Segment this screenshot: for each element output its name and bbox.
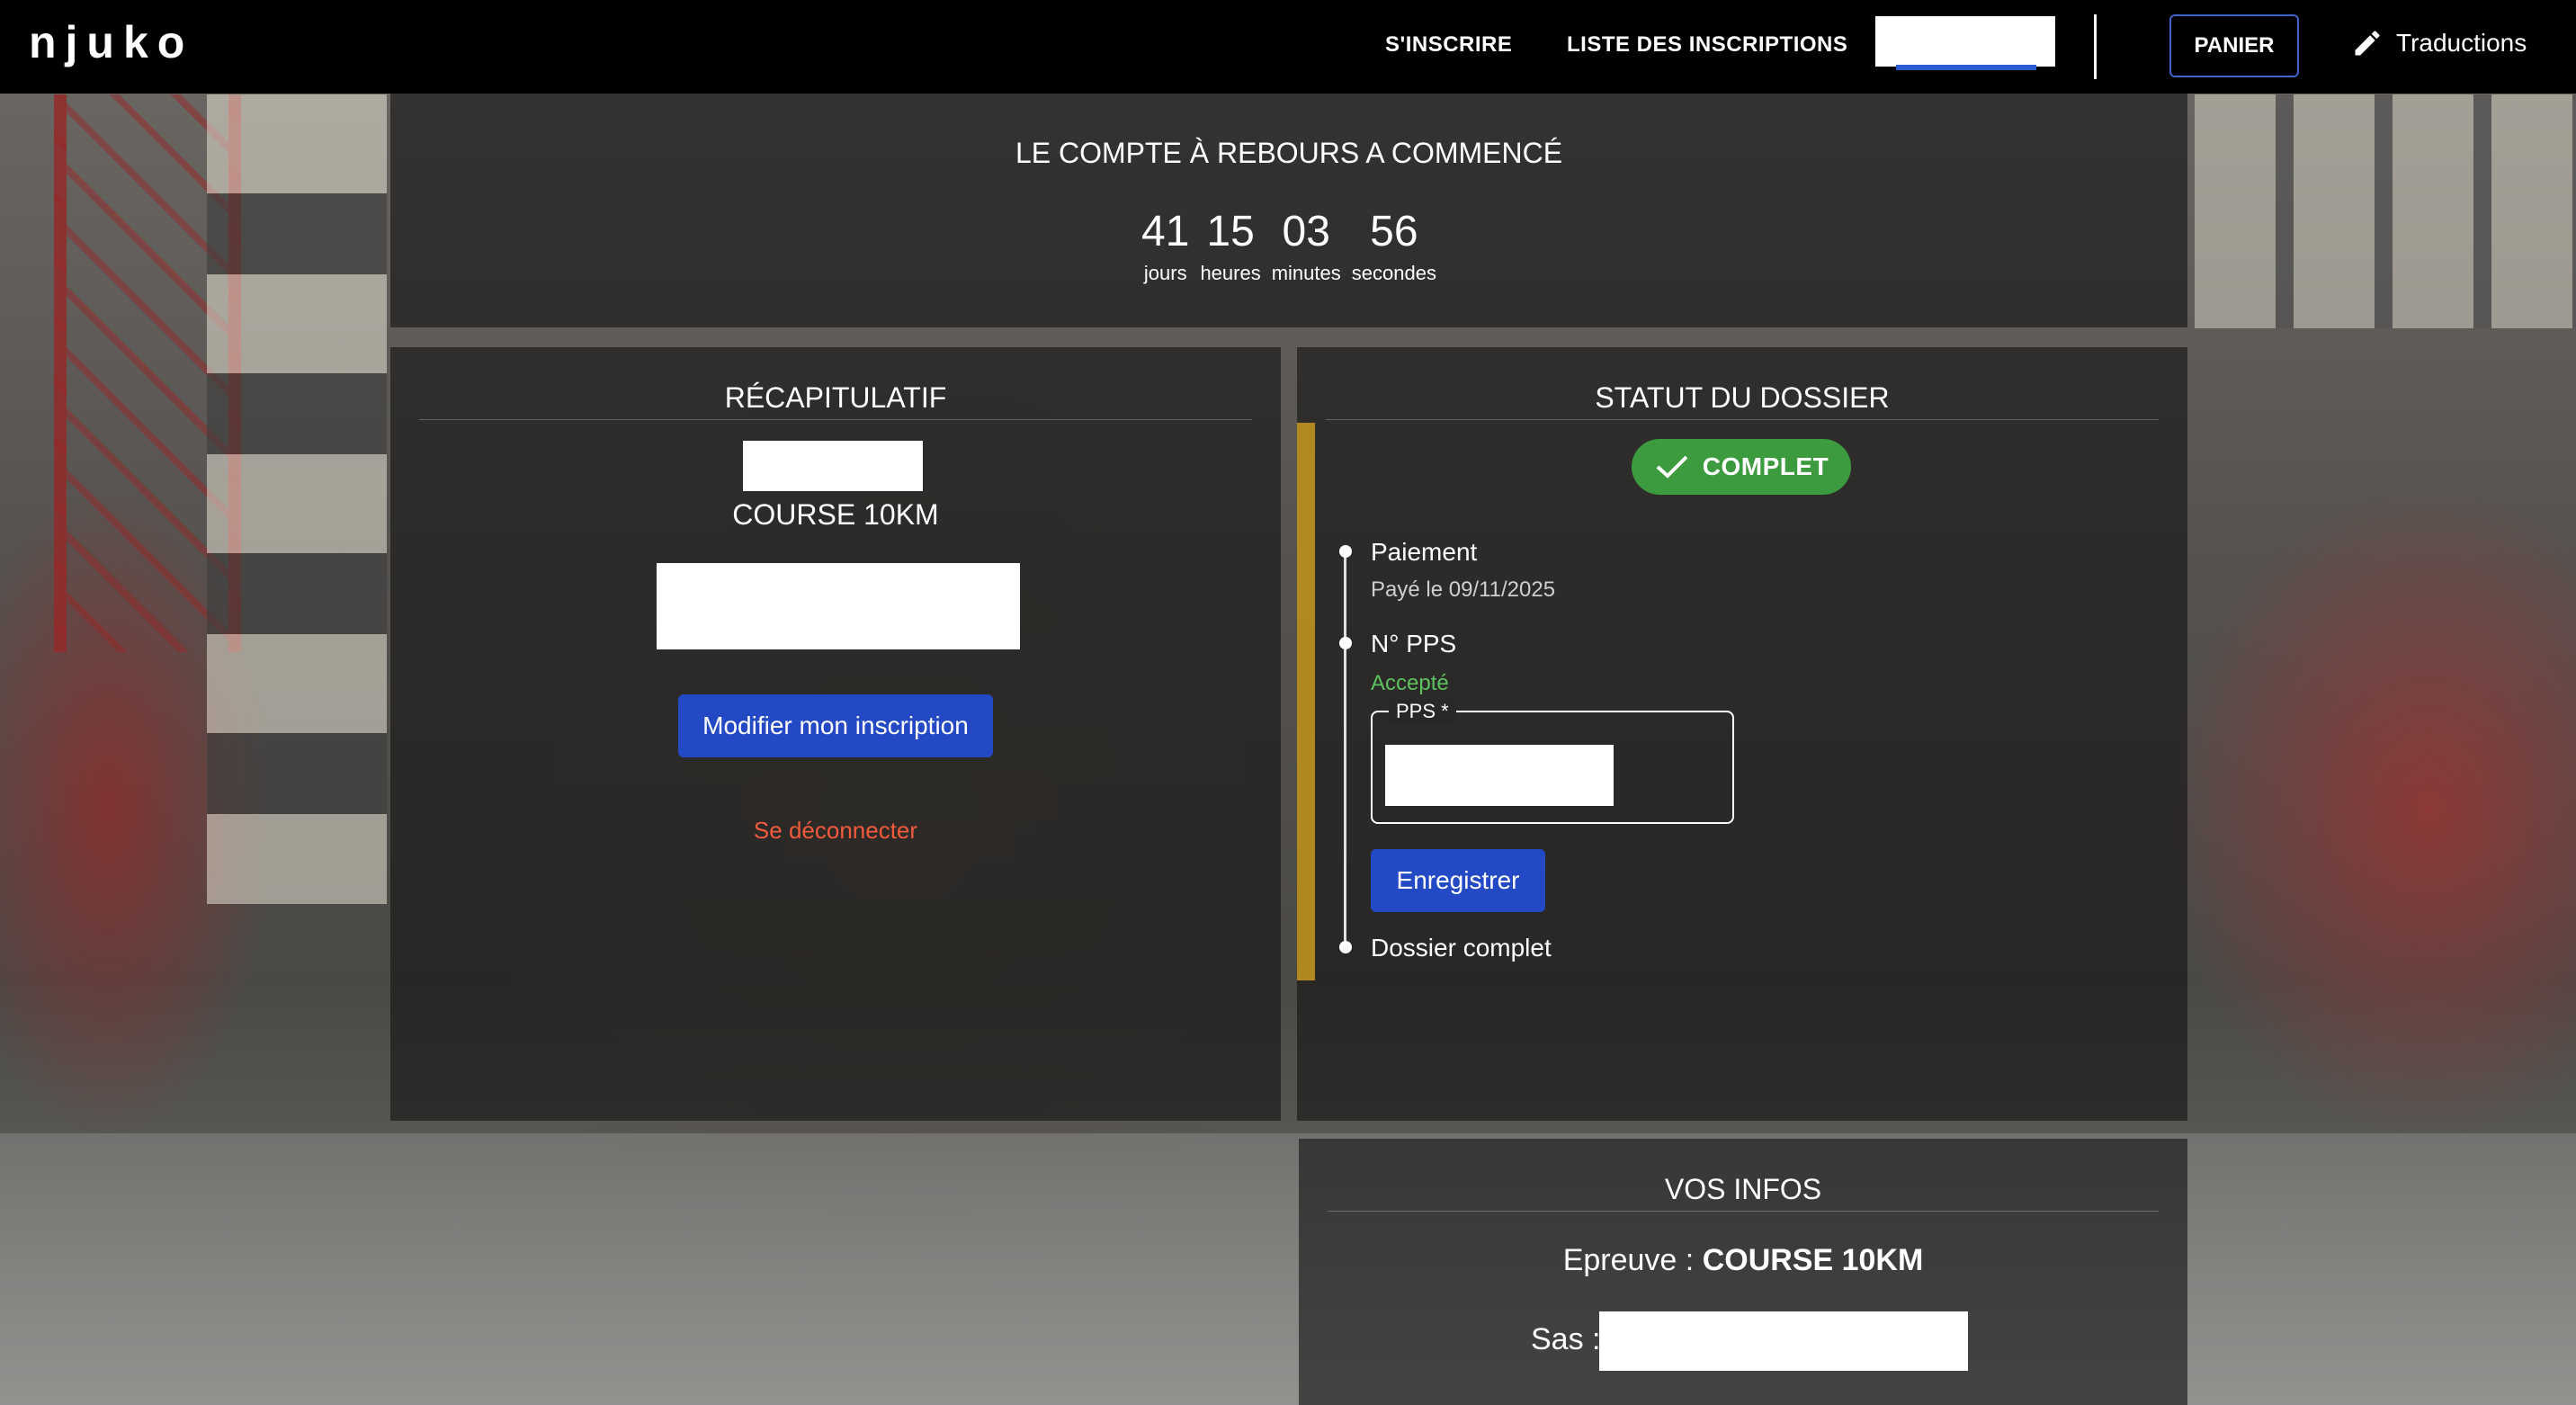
pps-input[interactable] [1385, 745, 1614, 806]
redacted-sas-value [1599, 1311, 1968, 1371]
countdown-panel: LE COMPTE À REBOURS A COMMENCÉ 41 jours … [390, 94, 2187, 327]
save-pps-button[interactable]: Enregistrer [1371, 849, 1545, 912]
timeline-dot-pps [1339, 637, 1352, 649]
status-title: STATUT DU DOSSIER [1595, 381, 1890, 414]
nav-registrations-list-link[interactable]: LISTE DES INSCRIPTIONS [1567, 32, 1847, 58]
infos-panel: VOS INFOS Epreuve : COURSE 10KM Sas : [1299, 1139, 2187, 1405]
status-divider [1326, 419, 2159, 420]
countdown-label: secondes [1351, 262, 1436, 284]
countdown-hours: 15 heures [1200, 207, 1260, 285]
recap-panel: RÉCAPITULATIF COURSE 10KM Modifier mon i… [390, 347, 1281, 1121]
info-epreuve: Epreuve : COURSE 10KM [1299, 1243, 2187, 1278]
countdown-value: 03 [1282, 208, 1330, 255]
status-badge-label: COMPLET [1702, 452, 1829, 480]
timeline-dot-complete [1339, 941, 1352, 953]
infos-title: VOS INFOS [1664, 1173, 1822, 1205]
step-pps-title: N° PPS [1371, 630, 1457, 658]
nav-divider [2094, 14, 2097, 79]
cart-button[interactable]: PANIER [2169, 14, 2299, 77]
status-timeline [1344, 550, 1346, 946]
countdown-value: 41 [1141, 208, 1190, 255]
countdown-seconds: 56 secondes [1352, 207, 1436, 285]
status-side-bar [1297, 423, 1315, 980]
recap-divider [419, 419, 1252, 420]
background-photo-building [207, 94, 387, 904]
countdown-units: 41 jours 15 heures 03 minutes 56 seconde… [390, 207, 2187, 285]
pps-label: PPS * [1389, 700, 1456, 723]
background-photo-right [2195, 94, 2576, 328]
redacted-nav-item[interactable] [1875, 16, 2055, 67]
countdown-label: jours [1143, 262, 1187, 284]
njuko-logo[interactable]: njuko [29, 16, 193, 68]
step-payment-title: Paiement [1371, 538, 1478, 566]
status-complete-badge: COMPLET [1632, 439, 1851, 495]
sas-label: Sas : [1531, 1322, 1601, 1356]
countdown-minutes: 03 minutes [1272, 207, 1341, 285]
pencil-icon [2355, 31, 2380, 56]
timeline-dot-payment [1339, 545, 1352, 558]
recap-course-name: COURSE 10KM [732, 498, 939, 531]
step-pps-accepted: Accepté [1371, 671, 1449, 695]
countdown-title: LE COMPTE À REBOURS A COMMENCÉ [1015, 137, 1563, 169]
logout-link[interactable]: Se déconnecter [390, 817, 1281, 845]
countdown-label: minutes [1271, 262, 1341, 284]
countdown-value: 56 [1370, 208, 1418, 255]
nav-register-link[interactable]: S'INSCRIRE [1385, 32, 1512, 58]
checkmark-icon [1656, 455, 1688, 479]
top-navigation-bar: njuko S'INSCRIRE LISTE DES INSCRIPTIONS … [0, 0, 2576, 94]
recap-title: RÉCAPITULATIF [724, 381, 947, 414]
redacted-registration-details [657, 563, 1020, 649]
step-payment-date: Payé le 09/11/2025 [1371, 577, 1556, 602]
countdown-value: 15 [1206, 208, 1255, 255]
epreuve-value: COURSE 10KM [1702, 1243, 1924, 1277]
status-panel: STATUT DU DOSSIER COMPLET Paiement Payé … [1297, 347, 2187, 1121]
pps-input-group: PPS * [1371, 700, 1734, 824]
countdown-label: heures [1200, 262, 1261, 284]
countdown-days: 41 jours [1141, 207, 1189, 285]
translations-label: Traductions [2396, 29, 2527, 57]
background-photo-road [0, 1133, 2576, 1405]
infos-divider [1328, 1211, 2159, 1212]
redacted-participant-name [743, 441, 923, 491]
translations-button[interactable]: Traductions [2351, 27, 2527, 59]
edit-registration-button[interactable]: Modifier mon inscription [678, 694, 993, 757]
step-complete-title: Dossier complet [1371, 934, 1552, 962]
epreuve-label: Epreuve : [1562, 1243, 1703, 1277]
active-nav-underline [1896, 65, 2036, 70]
